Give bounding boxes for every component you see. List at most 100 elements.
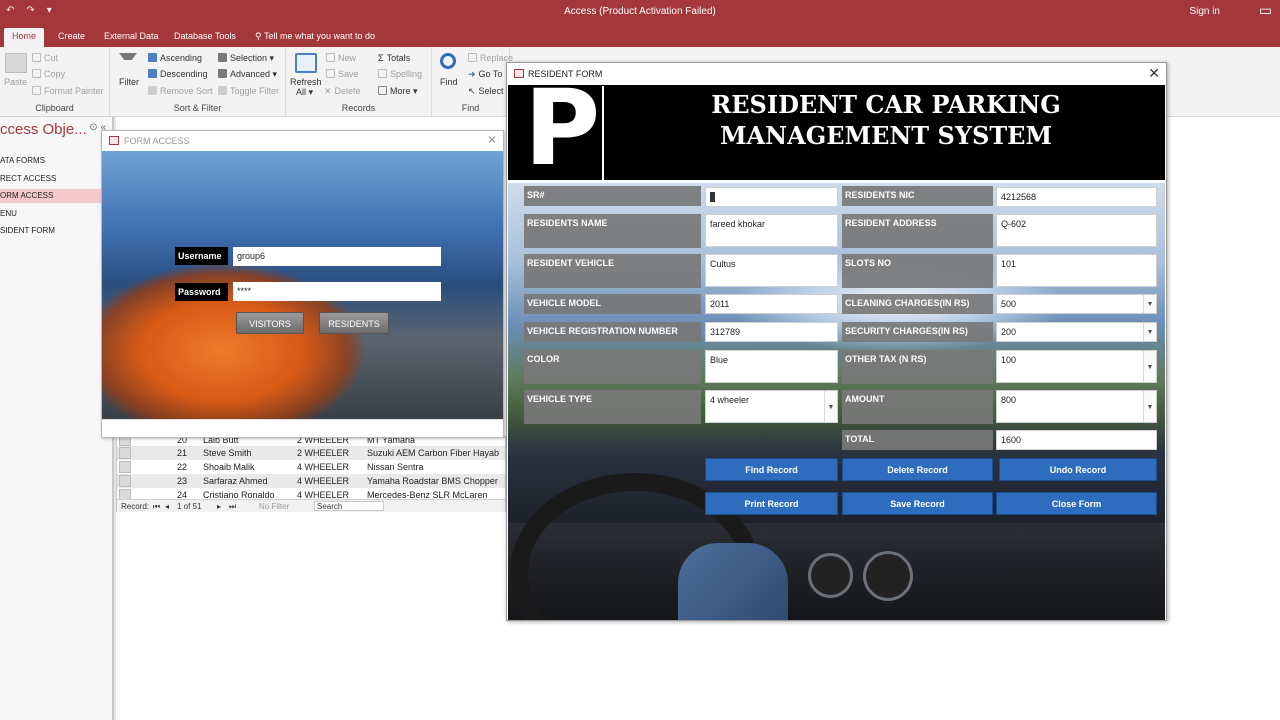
name-label: RESIDENTS NAME bbox=[524, 214, 701, 248]
next-record-icon[interactable]: ▸ bbox=[217, 502, 221, 511]
goto-button[interactable]: ➜ Go To bbox=[468, 69, 502, 80]
more-button[interactable]: More ▾ bbox=[378, 86, 418, 97]
form-header: P RESIDENT CAR PARKING MANAGEMENT SYSTEM bbox=[508, 76, 1165, 182]
find-button[interactable]: Find bbox=[440, 77, 458, 87]
username-field[interactable]: group6 bbox=[233, 247, 441, 266]
chevron-down-icon[interactable]: ▼ bbox=[1143, 351, 1156, 382]
table-row[interactable]: 21 Steve Smith 2 WHEELER Suzuki AEM Carb… bbox=[117, 446, 505, 460]
descending-button[interactable]: Descending bbox=[148, 69, 208, 79]
password-field[interactable]: **** bbox=[233, 282, 441, 301]
no-filter-indicator[interactable]: No Filter bbox=[259, 502, 289, 511]
spelling-icon bbox=[378, 69, 387, 78]
new-label: New bbox=[338, 53, 357, 63]
first-record-icon[interactable]: ⏮ bbox=[153, 502, 160, 512]
select-button[interactable]: ↖ Select bbox=[468, 86, 504, 97]
selection-button[interactable]: Selection ▾ bbox=[218, 53, 274, 64]
find-record-button[interactable]: Find Record bbox=[705, 458, 838, 481]
resident-form-window: RESIDENT FORM ✕ P RESIDENT CAR PARKING M… bbox=[506, 62, 1167, 621]
form-access-footer bbox=[102, 419, 503, 437]
toggle-filter-label: Toggle Filter bbox=[230, 86, 280, 96]
tell-me-search[interactable]: ⚲ Tell me what you want to do bbox=[255, 31, 375, 42]
save-record-button[interactable]: Save Record bbox=[842, 492, 993, 515]
last-record-icon[interactable]: ⏭ bbox=[229, 502, 236, 512]
record-selector[interactable] bbox=[119, 475, 131, 487]
slots-field[interactable]: 101 bbox=[996, 254, 1157, 287]
ascending-button[interactable]: Ascending bbox=[148, 53, 202, 63]
toggle-filter-button[interactable]: Toggle Filter bbox=[218, 86, 279, 96]
spelling-button[interactable]: Spelling bbox=[378, 69, 422, 79]
total-label: TOTAL bbox=[842, 430, 993, 450]
totals-button[interactable]: Σ Totals bbox=[378, 53, 410, 63]
records-label: Records bbox=[341, 103, 376, 113]
filter-button[interactable]: Filter bbox=[119, 77, 139, 87]
remove-sort-button[interactable]: Remove Sort bbox=[148, 86, 213, 96]
vehicle-type-field[interactable]: 4 wheeler ▼ bbox=[705, 390, 838, 423]
tab-home[interactable]: Home bbox=[4, 28, 45, 47]
tab-external-data[interactable]: External Data bbox=[96, 28, 167, 47]
delete-record-button[interactable]: Delete Record bbox=[842, 458, 993, 481]
ribbon-display-icon[interactable]: ▭ bbox=[1259, 2, 1272, 19]
paste-button[interactable]: Paste bbox=[4, 77, 27, 87]
model-field[interactable]: 2011 bbox=[705, 294, 838, 314]
record-search-input[interactable]: Search bbox=[314, 501, 384, 511]
nav-item-menu[interactable]: ENU bbox=[0, 207, 112, 221]
table-row[interactable]: 22 Shoaib Malik 4 WHEELER Nissan Sentra bbox=[117, 460, 505, 474]
total-field[interactable]: 1600 bbox=[996, 430, 1157, 450]
sr-field[interactable] bbox=[705, 187, 838, 207]
prev-record-icon[interactable]: ◂ bbox=[165, 502, 169, 511]
record-selector[interactable] bbox=[119, 489, 131, 499]
arrow-right-icon: ➜ bbox=[468, 69, 476, 79]
visitors-button[interactable]: VISITORS bbox=[236, 312, 304, 334]
form-access-window: FORM ACCESS ✕ Username group6 Password *… bbox=[101, 130, 504, 438]
record-selector[interactable] bbox=[119, 447, 131, 459]
amount-field[interactable]: 800 ▼ bbox=[996, 390, 1157, 423]
residents-button[interactable]: RESIDENTS bbox=[319, 312, 389, 334]
table-row[interactable]: 24 Cristiano Ronaldo 4 WHEELER Mercedes-… bbox=[117, 488, 505, 499]
new-record-button[interactable]: New bbox=[326, 53, 356, 63]
chevron-down-icon[interactable]: ▼ bbox=[1143, 391, 1156, 422]
nav-pane-title: ccess Obje... bbox=[0, 121, 87, 138]
record-position[interactable]: 1 of 51 bbox=[177, 502, 201, 511]
resident-form-titlebar: RESIDENT FORM ✕ bbox=[507, 63, 1166, 85]
registration-field[interactable]: 312789 bbox=[705, 322, 838, 342]
navigation-pane: ccess Obje... ⊙ « ATA FORMS RECT ACCESS … bbox=[0, 117, 114, 720]
system-heading: RESIDENT CAR PARKING MANAGEMENT SYSTEM bbox=[711, 90, 1061, 150]
chevron-down-icon[interactable]: ▼ bbox=[1143, 295, 1156, 313]
name-field[interactable]: fareed khokar bbox=[705, 214, 838, 247]
nav-item-data-forms[interactable]: ATA FORMS bbox=[0, 154, 112, 168]
record-selector[interactable] bbox=[119, 461, 131, 473]
delete-ribbon-button[interactable]: ✕ Delete bbox=[324, 86, 361, 97]
tab-create[interactable]: Create bbox=[50, 28, 93, 47]
sign-in-link[interactable]: Sign in bbox=[1189, 6, 1220, 17]
advanced-button[interactable]: Advanced ▾ bbox=[218, 69, 277, 80]
nav-item-direct-access[interactable]: RECT ACCESS bbox=[0, 172, 112, 186]
close-icon[interactable]: ✕ bbox=[1148, 65, 1160, 82]
address-field[interactable]: Q-602 bbox=[996, 214, 1157, 247]
format-painter-button[interactable]: Format Painter bbox=[32, 86, 104, 96]
print-record-button[interactable]: Print Record bbox=[705, 492, 838, 515]
access-app: ↶ ↷ ▾ Access (Product Activation Failed)… bbox=[0, 0, 1280, 720]
security-field[interactable]: 200 ▼ bbox=[996, 322, 1157, 342]
refresh-all-button[interactable]: Refresh All ▾ bbox=[290, 77, 322, 98]
nic-field[interactable]: 4212568 bbox=[996, 187, 1157, 207]
copy-button[interactable]: Copy bbox=[32, 69, 65, 79]
nav-item-form-access[interactable]: ORM ACCESS bbox=[0, 189, 112, 203]
color-label: COLOR bbox=[524, 350, 701, 384]
cleaning-field[interactable]: 500 ▼ bbox=[996, 294, 1157, 314]
nav-item-resident-form[interactable]: SIDENT FORM bbox=[0, 224, 112, 238]
table-row[interactable]: 23 Sarfaraz Ahmed 4 WHEELER Yamaha Roads… bbox=[117, 474, 505, 488]
advanced-label: Advanced ▾ bbox=[230, 69, 278, 79]
close-icon[interactable]: ✕ bbox=[487, 133, 497, 147]
vehicle-field[interactable]: Cultus bbox=[705, 254, 838, 287]
save-ribbon-button[interactable]: Save bbox=[326, 69, 359, 79]
copy-icon bbox=[32, 69, 41, 78]
other-tax-field[interactable]: 100 ▼ bbox=[996, 350, 1157, 383]
color-field[interactable]: Blue bbox=[705, 350, 838, 383]
undo-record-button[interactable]: Undo Record bbox=[999, 458, 1157, 481]
cut-button[interactable]: Cut bbox=[32, 53, 58, 63]
dashboard-gauge-icon bbox=[863, 551, 913, 601]
tab-database-tools[interactable]: Database Tools bbox=[166, 28, 244, 47]
chevron-down-icon[interactable]: ▼ bbox=[1143, 323, 1156, 341]
chevron-down-icon[interactable]: ▼ bbox=[824, 391, 837, 422]
close-form-button[interactable]: Close Form bbox=[996, 492, 1157, 515]
